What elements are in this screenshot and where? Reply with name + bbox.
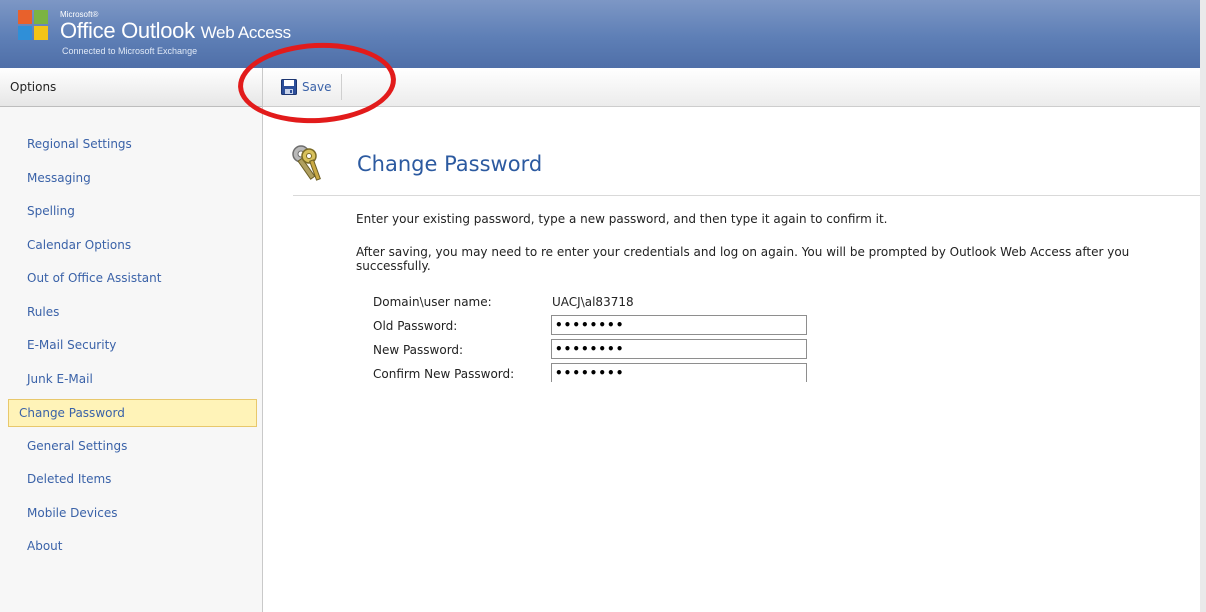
app-banner: Microsoft® Office Outlook Web Access Con… [0,0,1200,68]
sidebar-item-out-of-office[interactable]: Out of Office Assistant [8,262,257,296]
sidebar-item-messaging[interactable]: Messaging [8,162,257,196]
window-edge [1200,0,1206,612]
sidebar-item-deleted-items[interactable]: Deleted Items [8,463,257,497]
brand-suffix: Web Access [200,23,292,42]
new-password-label: New Password: [373,343,464,357]
save-label: Save [302,80,332,94]
toolbar: Save [263,68,1200,107]
sidebar-item-regional-settings[interactable]: Regional Settings [8,128,257,162]
sidebar-list: Regional Settings Messaging Spelling Cal… [0,128,263,564]
page-title: Change Password [357,152,543,176]
sidebar-item-calendar-options[interactable]: Calendar Options [8,229,257,263]
keys-icon [292,145,321,181]
relogon-notice-continued: successfully. [356,259,431,273]
confirm-password-field[interactable]: •••••••• [551,363,807,382]
confirm-password-label: Confirm New Password: [373,367,515,381]
old-password-label: Old Password: [373,319,458,333]
brand-product: Office Outlook [60,18,195,43]
sidebar-item-about[interactable]: About [8,530,257,564]
main-content: Change Password Enter your existing pass… [263,107,1200,612]
sidebar-item-spelling[interactable]: Spelling [8,195,257,229]
sidebar-item-email-security[interactable]: E-Mail Security [8,329,257,363]
floppy-disk-icon [281,79,297,95]
office-logo-icon [18,10,50,42]
save-button[interactable]: Save [275,74,343,100]
old-password-field[interactable]: •••••••• [551,315,807,335]
sidebar-item-mobile-devices[interactable]: Mobile Devices [8,497,257,531]
sidebar-item-general-settings[interactable]: General Settings [8,430,257,464]
username-label: Domain\user name: [373,295,492,309]
sidebar-item-change-password[interactable]: Change Password [8,399,257,427]
relogon-notice: After saving, you may need to re enter y… [356,245,1130,259]
new-password-field[interactable]: •••••••• [551,339,807,359]
sidebar-header: Options [0,68,262,107]
brand-subtitle: Connected to Microsoft Exchange [62,46,198,56]
brand-title: Office Outlook Web Access [60,18,291,44]
title-divider [293,195,1200,196]
sidebar-item-rules[interactable]: Rules [8,296,257,330]
instruction-text: Enter your existing password, type a new… [356,212,888,226]
options-sidebar: Options Regional Settings Messaging Spel… [0,68,263,612]
username-value: UACJ\al83718 [552,295,634,309]
sidebar-item-junk-email[interactable]: Junk E-Mail [8,363,257,397]
